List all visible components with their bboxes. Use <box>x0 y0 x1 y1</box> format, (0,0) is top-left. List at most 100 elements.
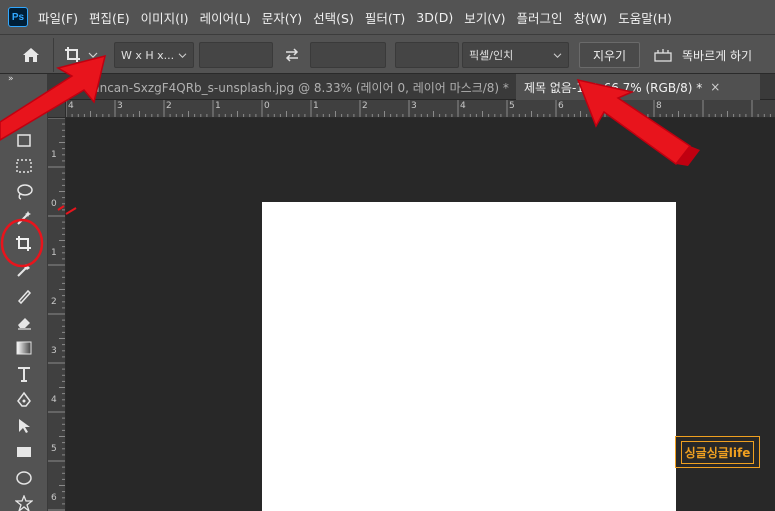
ruler-label: 5 <box>509 101 515 111</box>
options-bar: W x H x... 픽셀/인치 지우기 똑바르게 하기 <box>0 34 775 74</box>
chevron-down-icon <box>178 52 187 58</box>
rectangle-tool[interactable] <box>12 440 36 464</box>
arrow-pointer-icon <box>19 419 30 433</box>
custom-shape-icon <box>15 495 33 511</box>
straighten-icon <box>654 49 672 62</box>
swap-arrows-icon <box>285 48 299 62</box>
canvas-workspace[interactable] <box>66 118 775 511</box>
path-selection-tool[interactable] <box>12 414 36 438</box>
pen-tool[interactable] <box>12 388 36 412</box>
document-tab-bar: uncan-SxzgF4QRb_s-unsplash.jpg @ 8.33% (… <box>48 74 775 100</box>
brush-tool[interactable] <box>12 284 36 308</box>
document-tab-untitled[interactable]: 제목 없음-1 @ 66.7% (RGB/8) * × <box>516 74 760 100</box>
ruler-label: 5 <box>51 444 57 454</box>
crop-tool[interactable] <box>12 232 36 256</box>
menu-layer[interactable]: 레이어(L) <box>200 8 251 27</box>
ellipse-icon <box>16 471 32 485</box>
artboard-tool[interactable] <box>12 128 36 152</box>
ruler-corner[interactable] <box>48 100 66 118</box>
ruler-label: 1 <box>51 150 57 160</box>
lasso-icon <box>17 184 33 200</box>
tab-label: uncan-SxzgF4QRb_s-unsplash.jpg @ 8.33% (… <box>92 80 509 95</box>
type-tool[interactable] <box>12 362 36 386</box>
crop-icon <box>16 236 31 251</box>
gradient-tool[interactable] <box>12 336 36 360</box>
ruler-label: 4 <box>460 101 466 111</box>
ruler-label: 2 <box>51 297 57 307</box>
menu-type[interactable]: 문자(Y) <box>262 8 302 27</box>
ruler-label: 0 <box>264 101 270 111</box>
units-value: 픽셀/인치 <box>469 49 514 62</box>
ruler-label: 1 <box>215 101 221 111</box>
ruler-label: 4 <box>68 101 74 111</box>
resolution-input[interactable] <box>395 42 459 68</box>
units-select[interactable]: 픽셀/인치 <box>462 42 569 68</box>
ruler-label: 6 <box>558 101 564 111</box>
menu-filter[interactable]: 필터(T) <box>365 8 405 27</box>
close-icon[interactable]: × <box>710 80 720 94</box>
artboard-icon <box>17 134 31 147</box>
magic-wand-icon <box>17 211 31 225</box>
menu-plugins[interactable]: 플러그인 <box>517 8 563 27</box>
document-tab-unsplash[interactable]: uncan-SxzgF4QRb_s-unsplash.jpg @ 8.33% (… <box>48 74 513 100</box>
straighten-label: 똑바르게 하기 <box>682 49 753 63</box>
ruler-label: 3 <box>117 101 123 111</box>
width-input[interactable] <box>199 42 273 68</box>
eraser-icon <box>18 318 31 330</box>
menu-view[interactable]: 보기(V) <box>464 8 505 27</box>
chevron-down-icon <box>553 52 562 58</box>
menu-help[interactable]: 도움말(H) <box>618 8 672 27</box>
ruler-label: 8 <box>656 101 662 111</box>
menu-bar: Ps 파일(F) 편집(E) 이미지(I) 레이어(L) 문자(Y) 선택(S)… <box>0 0 775 34</box>
document-canvas[interactable] <box>262 202 676 511</box>
crop-icon <box>65 47 80 62</box>
ruler-ticks <box>66 100 771 117</box>
ratio-select[interactable]: W x H x... <box>114 42 194 68</box>
ellipse-tool[interactable] <box>12 466 36 490</box>
ruler-label: 1 <box>313 101 319 111</box>
chevron-down-icon <box>88 52 98 58</box>
eraser-tool[interactable] <box>12 310 36 334</box>
menu-select[interactable]: 선택(S) <box>313 8 354 27</box>
height-input[interactable] <box>310 42 386 68</box>
watermark-text: 싱글싱글life <box>680 440 755 464</box>
ruler-label: 7 <box>607 101 613 111</box>
ruler-vertical[interactable]: 1 0 1 2 3 4 5 6 <box>48 118 66 511</box>
type-icon <box>18 367 30 382</box>
menu-edit[interactable]: 편집(E) <box>89 8 130 27</box>
marquee-icon <box>16 159 32 173</box>
custom-shape-tool[interactable] <box>12 492 36 511</box>
home-button[interactable] <box>8 38 54 72</box>
clear-button[interactable]: 지우기 <box>579 42 640 68</box>
brush-icon <box>17 289 32 305</box>
home-icon <box>22 48 39 62</box>
watermark: 싱글싱글life <box>675 436 760 468</box>
rectangle-icon <box>17 447 31 457</box>
tool-preset-picker[interactable] <box>58 42 104 68</box>
menu-image[interactable]: 이미지(I) <box>141 8 189 27</box>
magic-wand-tool[interactable] <box>12 206 36 230</box>
gradient-icon <box>16 341 32 355</box>
collapse-toolbar-icon[interactable]: » <box>8 74 13 84</box>
ruler-label: 2 <box>362 101 368 111</box>
pen-icon <box>17 391 31 407</box>
ruler-label: 1 <box>51 248 57 258</box>
ruler-label: 6 <box>51 493 57 503</box>
menu-window[interactable]: 창(W) <box>574 8 608 27</box>
marquee-tool[interactable] <box>12 154 36 178</box>
eyedropper-icon <box>17 264 30 277</box>
ruler-label: 3 <box>51 346 57 356</box>
ratio-value: W x H x... <box>121 48 175 62</box>
tab-label: 제목 없음-1 @ 66.7% (RGB/8) * <box>524 80 703 95</box>
eyedropper-tool[interactable] <box>12 258 36 282</box>
ruler-label: 2 <box>166 101 172 111</box>
lasso-tool[interactable] <box>12 180 36 204</box>
menu-file[interactable]: 파일(F) <box>38 8 78 27</box>
ruler-label: 4 <box>51 395 57 405</box>
menu-3d[interactable]: 3D(D) <box>416 10 453 25</box>
swap-dimensions-button[interactable] <box>280 42 304 68</box>
ruler-horizontal[interactable]: 4 3 2 1 0 1 2 3 4 5 6 7 8 <box>66 100 775 118</box>
tools-panel: » <box>0 74 48 511</box>
straighten-button[interactable] <box>652 42 674 68</box>
photoshop-logo-icon[interactable]: Ps <box>8 7 28 27</box>
